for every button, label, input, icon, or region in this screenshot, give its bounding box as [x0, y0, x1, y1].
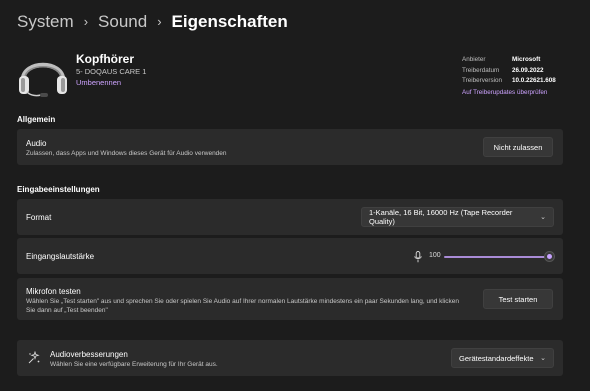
- breadcrumb-separator: ›: [83, 14, 89, 29]
- page-title: Eigenschaften: [171, 12, 288, 31]
- driver-info: Anbieter Microsoft Treiberdatum 26.09.20…: [462, 55, 556, 98]
- format-selected: 1-Kanäle, 16 Bit, 16000 Hz (Tape Recorde…: [369, 208, 513, 226]
- chevron-down-icon: ⌄: [540, 214, 546, 221]
- driver-provider-label: Anbieter: [462, 56, 486, 63]
- driver-version-row: Treiberversion 10.0.22621.608: [462, 76, 556, 87]
- breadcrumb-separator: ›: [157, 14, 162, 29]
- driver-version-label: Treiberversion: [462, 77, 503, 84]
- section-title-input: Eingabeeinstellungen: [17, 185, 100, 194]
- rename-link[interactable]: Umbenennen: [76, 78, 121, 87]
- disallow-audio-button[interactable]: Nicht zulassen: [483, 137, 553, 157]
- audio-enhancements-selected: Gerätestandardeffekte: [459, 353, 534, 363]
- audio-enhancements-title: Audioverbesserungen: [50, 350, 128, 359]
- device-model: 5- DOQAUS CARE 1: [76, 67, 147, 76]
- start-test-button[interactable]: Test starten: [483, 289, 553, 309]
- mic-test-description-line2: Sie dann auf „Test beenden": [26, 307, 108, 314]
- audio-enhancements-card: Audioverbesserungen Wählen Sie eine verf…: [17, 340, 563, 376]
- sparkle-icon: [27, 350, 41, 365]
- headphone-icon: [17, 48, 69, 100]
- input-volume-value: 100: [429, 252, 441, 259]
- audio-enhancements-dropdown[interactable]: Gerätestandardeffekte ⌄: [451, 348, 554, 368]
- driver-date-label: Treiberdatum: [462, 66, 500, 74]
- audio-description: Zulassen, dass Apps und Windows dieses G…: [26, 150, 227, 157]
- input-volume-card: Eingangslautstärke 100: [17, 238, 563, 274]
- driver-date-value: 26.09.2022: [512, 66, 544, 74]
- input-volume-slider-thumb[interactable]: [544, 251, 555, 262]
- driver-update-link[interactable]: Auf Treiberupdates überprüfen: [462, 88, 556, 99]
- chevron-down-icon: ⌄: [540, 355, 546, 362]
- breadcrumb: System › Sound › Eigenschaften: [17, 10, 288, 34]
- mic-test-title: Mikrofon testen: [26, 287, 81, 296]
- section-title-general: Allgemein: [17, 115, 56, 124]
- driver-provider-value: Microsoft: [512, 56, 541, 63]
- audio-card: Audio Zulassen, dass Apps und Windows di…: [17, 129, 563, 165]
- mic-test-card: Mikrofon testen Wählen Sie „Test starten…: [17, 278, 563, 320]
- driver-provider-row: Anbieter Microsoft: [462, 55, 556, 66]
- audio-enhancements-description: Wählen Sie eine verfügbare Erweiterung f…: [50, 361, 218, 368]
- microphone-icon: [414, 250, 422, 263]
- breadcrumb-sound[interactable]: Sound: [98, 10, 147, 34]
- format-card: Format 1-Kanäle, 16 Bit, 16000 Hz (Tape …: [17, 199, 563, 235]
- input-volume-slider-track[interactable]: [444, 256, 550, 258]
- mic-test-description-line1: Wählen Sie „Test starten" aus und sprech…: [26, 298, 460, 305]
- driver-version-value: 10.0.22621.608: [512, 77, 556, 84]
- breadcrumb-system[interactable]: System: [17, 10, 74, 34]
- format-dropdown[interactable]: 1-Kanäle, 16 Bit, 16000 Hz (Tape Recorde…: [361, 207, 554, 227]
- format-title: Format: [26, 213, 52, 222]
- audio-title: Audio: [26, 139, 47, 148]
- device-name: Kopfhörer: [76, 52, 134, 66]
- driver-date-row: Treiberdatum 26.09.2022: [462, 66, 556, 77]
- input-volume-title: Eingangslautstärke: [26, 252, 95, 261]
